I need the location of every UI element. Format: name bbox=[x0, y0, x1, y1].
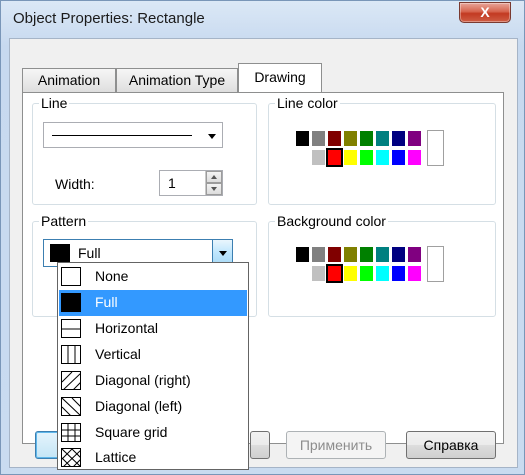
pattern-option-label: Vertical bbox=[95, 346, 141, 362]
cancel-button[interactable] bbox=[250, 431, 270, 459]
color-swatch[interactable] bbox=[326, 148, 343, 167]
pattern-option-lattice[interactable]: Lattice bbox=[59, 445, 247, 471]
color-swatch[interactable] bbox=[359, 265, 374, 282]
color-swatch[interactable] bbox=[407, 265, 422, 282]
pattern-group-label: Pattern bbox=[39, 212, 89, 230]
color-swatch[interactable] bbox=[375, 246, 390, 263]
background-color-palette bbox=[295, 246, 485, 286]
line-group-label: Line bbox=[39, 94, 70, 112]
color-swatch[interactable] bbox=[391, 246, 406, 263]
pattern-diagonal-left-icon bbox=[61, 397, 81, 416]
pattern-combo-value: Full bbox=[78, 245, 101, 261]
color-swatch[interactable] bbox=[407, 246, 422, 263]
color-swatch[interactable] bbox=[327, 246, 342, 263]
background-color-group: Background color bbox=[268, 212, 496, 317]
tab-animation[interactable]: Animation bbox=[22, 68, 116, 92]
pattern-option-horizontal[interactable]: Horizontal bbox=[59, 316, 247, 342]
tab-animation-type[interactable]: Animation Type bbox=[116, 68, 238, 92]
pattern-diagonal-right-icon bbox=[61, 371, 81, 390]
pattern-option-label: None bbox=[95, 268, 129, 284]
color-swatch[interactable] bbox=[407, 130, 422, 147]
color-swatch[interactable] bbox=[343, 246, 358, 263]
line-color-group: Line color bbox=[268, 94, 496, 205]
pattern-option-vertical[interactable]: Vertical bbox=[59, 342, 247, 368]
spin-down-button[interactable] bbox=[206, 183, 222, 195]
line-style-combo[interactable] bbox=[43, 122, 223, 148]
color-swatch[interactable] bbox=[343, 265, 358, 282]
color-swatch[interactable] bbox=[375, 149, 390, 166]
pattern-option-label: Full bbox=[95, 294, 118, 310]
color-swatch[interactable] bbox=[391, 149, 406, 166]
pattern-option-label: Diagonal (left) bbox=[95, 398, 183, 414]
color-swatch[interactable] bbox=[343, 149, 358, 166]
help-button[interactable]: Справка bbox=[406, 431, 496, 459]
color-swatch[interactable] bbox=[311, 149, 326, 166]
color-swatch[interactable] bbox=[311, 130, 326, 147]
pattern-option-full[interactable]: Full bbox=[59, 290, 247, 316]
color-swatch[interactable] bbox=[295, 130, 310, 147]
pattern-none-icon bbox=[61, 267, 81, 286]
color-swatch[interactable] bbox=[295, 149, 310, 166]
spinner-buttons bbox=[205, 171, 222, 195]
pattern-vertical-icon bbox=[61, 345, 81, 364]
current-color-preview bbox=[427, 130, 444, 166]
color-swatch[interactable] bbox=[359, 130, 374, 147]
color-swatch[interactable] bbox=[407, 149, 422, 166]
pattern-option-diagonal-right[interactable]: Diagonal (right) bbox=[59, 368, 247, 394]
width-label: Width: bbox=[55, 176, 95, 192]
title-bar[interactable]: Object Properties: Rectangle X bbox=[1, 1, 524, 37]
color-swatch[interactable] bbox=[295, 265, 310, 282]
line-color-group-label: Line color bbox=[275, 94, 340, 112]
color-swatch[interactable] bbox=[359, 246, 374, 263]
tab-drawing[interactable]: Drawing bbox=[238, 63, 322, 92]
pattern-option-label: Horizontal bbox=[95, 320, 159, 336]
background-color-group-label: Background color bbox=[275, 212, 388, 230]
pattern-dropdown-list: None Full Horizontal Vertical Diagonal (… bbox=[57, 262, 249, 470]
color-swatch[interactable] bbox=[326, 264, 343, 283]
pattern-option-label: Diagonal (right) bbox=[95, 372, 191, 388]
color-swatch[interactable] bbox=[343, 130, 358, 147]
color-swatch[interactable] bbox=[391, 265, 406, 282]
color-swatch[interactable] bbox=[391, 130, 406, 147]
color-swatch[interactable] bbox=[311, 265, 326, 282]
color-swatch[interactable] bbox=[359, 149, 374, 166]
apply-button[interactable]: Применить bbox=[286, 431, 386, 459]
chevron-down-icon bbox=[219, 251, 227, 256]
arrow-up-icon bbox=[211, 175, 217, 179]
pattern-square-grid-icon bbox=[61, 423, 81, 442]
spin-up-button[interactable] bbox=[206, 171, 222, 183]
pattern-full-icon bbox=[50, 244, 70, 262]
width-spinner[interactable]: 1 bbox=[159, 170, 223, 196]
pattern-full-icon bbox=[61, 293, 81, 312]
width-value[interactable]: 1 bbox=[168, 175, 176, 191]
color-swatch[interactable] bbox=[295, 246, 310, 263]
line-group: Line Width: 1 bbox=[32, 94, 257, 205]
pattern-option-none[interactable]: None bbox=[59, 264, 247, 290]
chevron-down-icon bbox=[208, 134, 216, 139]
color-swatch[interactable] bbox=[327, 130, 342, 147]
close-button[interactable]: X bbox=[459, 2, 511, 23]
pattern-horizontal-icon bbox=[61, 319, 81, 338]
window-title: Object Properties: Rectangle bbox=[13, 10, 205, 27]
pattern-option-square-grid[interactable]: Square grid bbox=[59, 420, 247, 446]
line-color-palette bbox=[295, 130, 485, 170]
current-color-preview bbox=[427, 246, 444, 282]
color-swatch[interactable] bbox=[375, 130, 390, 147]
pattern-option-diagonal-left[interactable]: Diagonal (left) bbox=[59, 394, 247, 420]
color-swatch[interactable] bbox=[375, 265, 390, 282]
line-style-sample bbox=[52, 135, 192, 136]
arrow-down-icon bbox=[211, 187, 217, 191]
pattern-lattice-icon bbox=[61, 448, 81, 467]
pattern-option-label: Lattice bbox=[95, 449, 137, 465]
color-swatch[interactable] bbox=[311, 246, 326, 263]
pattern-option-label: Square grid bbox=[95, 424, 168, 440]
